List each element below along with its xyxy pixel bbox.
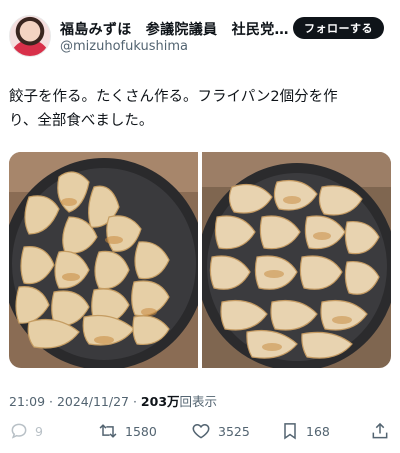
- tweet-header: 福島みずほ 参議院議員 社民党… @mizuhofukushima フォローする: [0, 0, 400, 70]
- action-bar: 9 1580 3525 168: [0, 416, 400, 446]
- avatar[interactable]: [9, 15, 51, 57]
- share-icon: [372, 422, 388, 439]
- reply-count: 9: [35, 423, 43, 439]
- like-icon: [192, 423, 210, 439]
- tweet-text-line-2: り、全部食べました。: [9, 113, 154, 129]
- tweet-date[interactable]: 2024/11/27: [57, 394, 129, 409]
- repost-icon: [99, 424, 117, 438]
- tweet-time[interactable]: 21:09: [9, 394, 45, 409]
- photo-2[interactable]: [202, 152, 391, 368]
- reply-icon: [11, 423, 27, 439]
- bookmark-icon: [284, 423, 296, 440]
- media-grid: [9, 152, 391, 368]
- tweet-meta: 21:09 · 2024/11/27 · 203万回表示: [9, 391, 217, 410]
- repost-count: 1580: [125, 423, 157, 439]
- like-button[interactable]: 3525: [190, 416, 250, 446]
- share-button[interactable]: [370, 416, 396, 446]
- views-count: 203万: [140, 394, 180, 409]
- user-handle[interactable]: @mizuhofukushima: [60, 39, 188, 54]
- meta-separator-2: ·: [129, 394, 141, 409]
- display-name[interactable]: 福島みずほ 参議院議員 社民党…: [60, 22, 289, 38]
- follow-button[interactable]: フォローする: [293, 17, 384, 39]
- repost-button[interactable]: 1580: [97, 416, 157, 446]
- gyoza-pan-image-1: [9, 152, 198, 368]
- display-name-row[interactable]: 福島みずほ 参議院議員 社民党…: [60, 19, 290, 39]
- tweet-text-line-1: 餃子を作る。たくさん作る。フライパン2個分を作: [9, 89, 338, 105]
- bookmark-count: 168: [306, 423, 330, 439]
- meta-separator: ·: [45, 394, 57, 409]
- reply-button[interactable]: 9: [9, 416, 43, 446]
- photo-1[interactable]: [9, 152, 198, 368]
- views-label: 回表示: [179, 394, 218, 409]
- gyoza-pan-image-2: [202, 152, 391, 368]
- like-count: 3525: [218, 423, 250, 439]
- bookmark-button[interactable]: 168: [280, 416, 330, 446]
- tweet-text: 餃子を作る。たくさん作る。フライパン2個分を作 り、全部食べました。: [9, 85, 389, 133]
